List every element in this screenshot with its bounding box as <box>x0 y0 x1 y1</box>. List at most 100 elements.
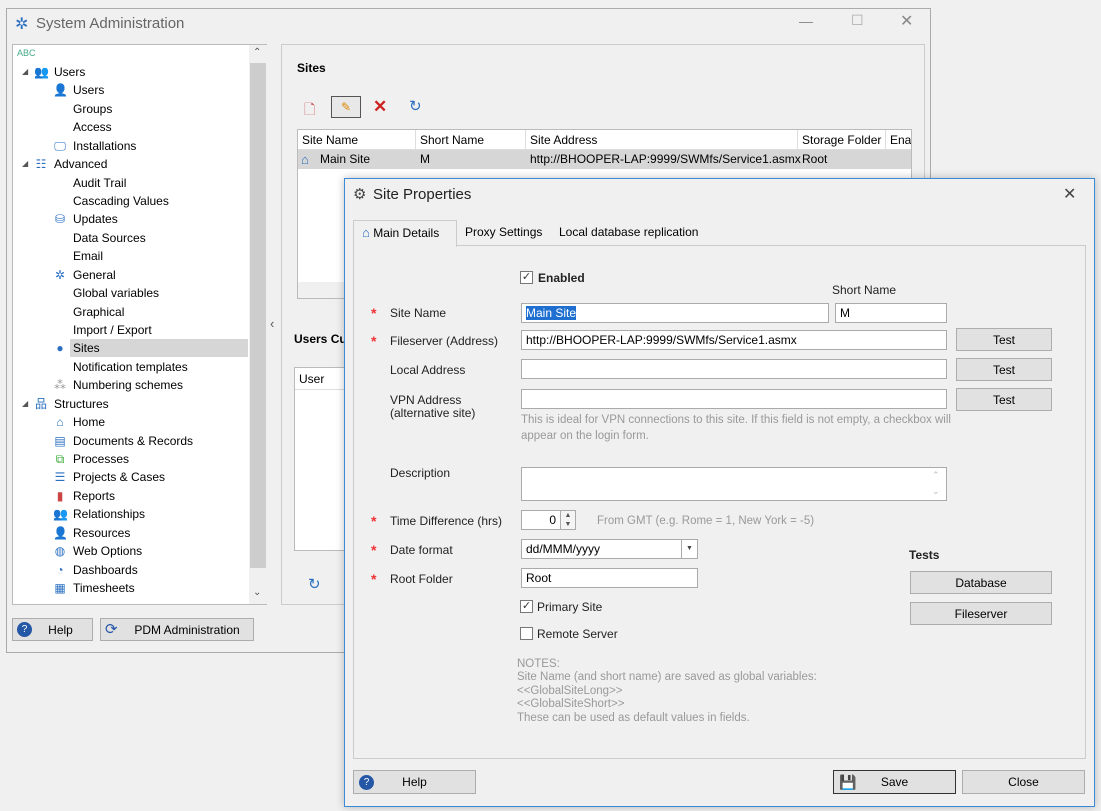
tree-item-sites[interactable]: ● Sites <box>56 339 248 358</box>
tree-item-label: Sites <box>73 341 100 356</box>
tree-item-groups[interactable]: Groups <box>13 100 248 118</box>
date-format-select[interactable]: dd/MMM/yyyy ▼ <box>521 539 698 559</box>
primary-site-checkbox[interactable]: ✓ <box>520 600 533 613</box>
short-name-input[interactable]: M <box>835 303 947 323</box>
tree-item-label: Notification templates <box>73 359 188 374</box>
tab-local-database-replication[interactable]: Local database replication <box>551 220 706 246</box>
tree-item-documents-records[interactable]: ▤ Documents & Records <box>13 432 248 450</box>
tree-item-cascading-values[interactable]: Cascading Values <box>13 192 248 210</box>
tree-item-data-sources[interactable]: Data Sources <box>13 229 248 247</box>
expand-collapse-icon[interactable]: ◢ <box>22 63 28 81</box>
tree-item-label: Projects & Cases <box>73 470 166 485</box>
test-fileserver-button[interactable]: Test <box>956 328 1052 351</box>
vpn-address-input[interactable] <box>521 389 947 409</box>
column-header[interactable]: Site Name <box>298 130 416 150</box>
tree-item-graphical[interactable]: Graphical <box>13 303 248 321</box>
close-button[interactable]: ✕ <box>900 11 913 31</box>
description-input[interactable] <box>521 467 947 501</box>
tree-item-audit-trail[interactable]: Audit Trail <box>13 174 248 192</box>
tree-item-users[interactable]: ◢ 👥 Users <box>13 63 248 81</box>
refresh-icon[interactable]: ↻ <box>308 575 321 593</box>
tree-item-resources[interactable]: 👤 Resources <box>13 524 248 542</box>
tree-item-projects-cases[interactable]: ☰ Projects & Cases <box>13 468 248 486</box>
fileserver-input[interactable]: http://BHOOPER-LAP:9999/SWMfs/Service1.a… <box>521 330 947 350</box>
navigation-tree: ABC ◢ 👥 Users 👤 Users Groups Access 🖵 Installati… <box>12 44 267 605</box>
column-header[interactable]: Storage Folder <box>798 130 886 150</box>
maximize-button[interactable]: ☐ <box>851 12 864 29</box>
column-header[interactable]: Short Name <box>416 130 526 150</box>
tree-item-web-options[interactable]: ◍ Web Options <box>13 542 248 560</box>
process-icon: ⧉ <box>55 452 65 467</box>
tree-scrollbar[interactable]: ⌃ ⌄ <box>249 45 267 604</box>
test-fileserver-connection-button[interactable]: Fileserver <box>910 602 1052 625</box>
scroll-down-icon[interactable]: ⌄ <box>932 486 940 497</box>
tree-item-import-export[interactable]: Import / Export <box>13 321 248 339</box>
tab-label: Proxy Settings <box>465 225 543 239</box>
abc-filter-icon[interactable]: ABC <box>17 48 36 58</box>
tab-label: Local database replication <box>559 225 699 239</box>
tree-item-installations[interactable]: 🖵 Installations <box>13 137 248 155</box>
tree-item-access[interactable]: Access <box>13 118 248 136</box>
tree-item-relationships[interactable]: 👥 Relationships <box>13 505 248 523</box>
users-group-icon: 👥 <box>34 65 49 79</box>
local-address-input[interactable] <box>521 359 947 379</box>
user-icon: 👤 <box>53 83 68 98</box>
remote-server-checkbox[interactable] <box>520 627 533 640</box>
dialog-help-button[interactable]: ? Help <box>353 770 476 794</box>
test-database-button[interactable]: Database <box>910 571 1052 594</box>
edit-icon[interactable]: ✎ <box>331 96 361 118</box>
required-icon: * <box>371 513 377 529</box>
tree-item-dashboards[interactable]: ◔ Dashboards <box>13 561 248 579</box>
database-icon: ⛁ <box>54 212 66 227</box>
enabled-checkbox[interactable]: ✓ <box>520 271 533 284</box>
refresh-icon[interactable]: ↻ <box>409 97 422 115</box>
notes-line: Site Name (and short name) are saved as … <box>517 671 817 684</box>
column-header[interactable]: Enab <box>886 130 911 150</box>
save-label: Save <box>880 775 909 789</box>
minimize-button[interactable]: — <box>799 13 813 29</box>
tree-item-processes[interactable]: ⧉ Processes <box>13 450 248 468</box>
scroll-up-icon[interactable]: ⌃ <box>932 470 940 481</box>
tree-item-global-variables[interactable]: Global variables <box>13 284 248 302</box>
tree-item-label: Global variables <box>73 286 160 301</box>
delete-icon[interactable]: ✕ <box>373 97 387 117</box>
test-vpn-button[interactable]: Test <box>956 388 1052 411</box>
tree-item-numbering-schemes[interactable]: ⁂ Numbering schemes <box>13 376 248 394</box>
fileserver-label: Fileserver (Address) <box>390 334 499 348</box>
scroll-thumb[interactable] <box>250 63 266 568</box>
site-name-input[interactable]: Main Site <box>521 303 829 323</box>
help-button[interactable]: ? Help <box>12 618 93 641</box>
scroll-down-icon[interactable]: ⌄ <box>253 587 261 598</box>
close-button[interactable]: Close <box>962 770 1085 794</box>
save-button[interactable]: 💾 Save <box>833 770 956 794</box>
collapse-panel-icon[interactable]: ‹ <box>270 316 274 331</box>
document-icon: ▤ <box>54 433 66 448</box>
root-folder-input[interactable]: Root <box>521 568 698 588</box>
scroll-up-icon[interactable]: ⌃ <box>253 47 261 58</box>
tree-item-home[interactable]: ⌂ Home <box>13 413 248 431</box>
tree-item-updates[interactable]: ⛁ Updates <box>13 210 248 228</box>
column-header[interactable]: User <box>299 372 324 386</box>
tree-item-label: Documents & Records <box>73 433 194 448</box>
time-difference-input[interactable]: 0 <box>521 510 561 530</box>
expand-collapse-icon[interactable]: ◢ <box>22 395 28 413</box>
column-header[interactable]: Site Address <box>526 130 798 150</box>
new-icon[interactable]: 🗋 <box>304 99 315 123</box>
expand-collapse-icon[interactable]: ◢ <box>22 155 28 173</box>
test-local-button[interactable]: Test <box>956 358 1052 381</box>
tree-item-general[interactable]: ✲ General <box>13 266 248 284</box>
table-row[interactable]: ⌂ Main Site M http://BHOOPER-LAP:9999/SW… <box>298 150 911 169</box>
pdm-administration-button[interactable]: ⟳ PDM Administration <box>100 618 254 641</box>
tree-item-email[interactable]: Email <box>13 247 248 265</box>
dialog-close-icon[interactable]: ✕ <box>1063 184 1076 204</box>
tab-proxy-settings[interactable]: Proxy Settings <box>457 220 550 246</box>
tree-item-reports[interactable]: ▮ Reports <box>13 487 248 505</box>
chevron-down-icon[interactable]: ▼ <box>681 540 697 558</box>
tree-item-timesheets[interactable]: ▦ Timesheets <box>13 579 248 597</box>
tab-main-details[interactable]: ⌂ Main Details <box>353 220 457 247</box>
tree-item-notification-templates[interactable]: Notification templates <box>13 358 248 376</box>
tree-item-advanced[interactable]: ◢ ☷ Advanced <box>13 155 248 173</box>
tree-item-structures[interactable]: ◢ 品 Structures <box>13 395 248 413</box>
tree-item-users[interactable]: 👤 Users <box>13 81 248 99</box>
time-difference-spinner[interactable]: ▲ ▼ <box>560 510 576 530</box>
